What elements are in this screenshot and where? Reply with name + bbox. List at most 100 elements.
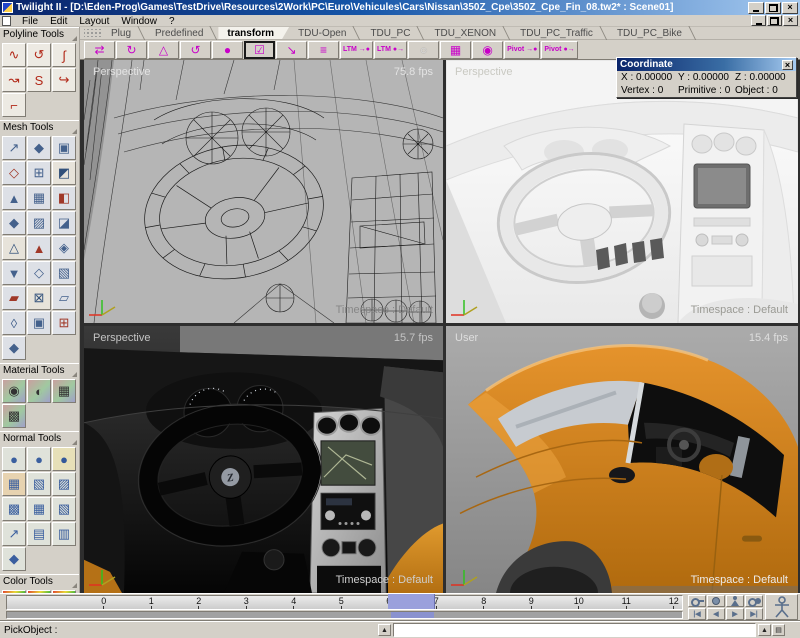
- mesh-tool-button[interactable]: ▲: [2, 186, 26, 210]
- normal-tool-button[interactable]: ▧: [52, 497, 76, 521]
- toolbar-drag-handle[interactable]: [84, 29, 102, 37]
- polyline-tool-button[interactable]: ⌐: [2, 93, 26, 117]
- restore-button[interactable]: [765, 2, 781, 14]
- normal-tool-button[interactable]: ●: [27, 447, 51, 471]
- toolbar-tab[interactable]: transform: [218, 27, 289, 39]
- actor-key-button[interactable]: [726, 595, 744, 607]
- frame-back-button[interactable]: ◀: [707, 608, 725, 620]
- mesh-tool-button[interactable]: ▼: [2, 261, 26, 285]
- normal-tool-button[interactable]: ▨: [52, 472, 76, 496]
- material-tool-button[interactable]: ▩: [2, 404, 26, 428]
- wheel-tool-icon[interactable]: ◉: [472, 41, 503, 59]
- toolbar-tab[interactable]: TDU_XENON: [425, 27, 511, 39]
- record-button[interactable]: [707, 595, 725, 607]
- timeline-track[interactable]: [6, 611, 683, 619]
- menu-item[interactable]: Layout: [73, 16, 115, 27]
- mesh-tool-button[interactable]: △: [2, 236, 26, 260]
- child-minimize-button[interactable]: [751, 15, 766, 26]
- mesh-tool-button[interactable]: ◪: [52, 211, 76, 235]
- status-spin-button[interactable]: ▲: [758, 624, 771, 636]
- normal-tool-button[interactable]: ▥: [52, 522, 76, 546]
- normal-tool-button[interactable]: ▦: [27, 497, 51, 521]
- normal-tool-button[interactable]: ◆: [2, 547, 26, 571]
- selection-toggle-icon[interactable]: ☑: [244, 41, 275, 59]
- frame-forward-button[interactable]: ▶|: [745, 608, 763, 620]
- mesh-tool-button[interactable]: ◆: [2, 336, 26, 360]
- mesh-tool-button[interactable]: ⊠: [27, 286, 51, 310]
- mesh-tool-button[interactable]: ◧: [52, 186, 76, 210]
- toolbar-tab[interactable]: Plug: [102, 27, 146, 39]
- pick-object-spin-button[interactable]: ▲: [378, 624, 391, 636]
- polyline-tool-button[interactable]: ↪: [52, 68, 76, 92]
- viewport-textured-perspective[interactable]: Z Perspective 15.7 fps Timespace : Defau…: [84, 326, 443, 593]
- polyline-tool-button[interactable]: ∿: [2, 43, 26, 67]
- scale-tool-icon[interactable]: △: [148, 41, 179, 59]
- menu-item[interactable]: Edit: [44, 16, 73, 27]
- timeline-ruler[interactable]: 0123456789101112: [6, 595, 683, 610]
- mesh-tool-button[interactable]: ▰: [2, 286, 26, 310]
- mesh-tool-button[interactable]: ◆: [2, 211, 26, 235]
- status-grid-button[interactable]: ▤: [772, 624, 785, 636]
- pivot-to-object-icon[interactable]: Pivot →●: [504, 41, 540, 59]
- mesh-tool-button[interactable]: ▦: [27, 186, 51, 210]
- link-objects-icon[interactable]: ↘: [276, 41, 307, 59]
- set-key-button[interactable]: [688, 595, 706, 607]
- section-header-material[interactable]: Material Tools: [0, 363, 79, 378]
- normal-tool-button[interactable]: ▩: [2, 497, 26, 521]
- toolbar-tab[interactable]: TDU_PC_Traffic: [511, 27, 608, 39]
- mesh-tool-button[interactable]: ◇: [27, 261, 51, 285]
- mesh-tool-button[interactable]: ▣: [27, 311, 51, 335]
- mesh-tool-button[interactable]: ▨: [27, 211, 51, 235]
- normal-tool-button[interactable]: ●: [52, 447, 76, 471]
- normal-tool-button[interactable]: ▦: [2, 472, 26, 496]
- normal-tool-button[interactable]: ▧: [27, 472, 51, 496]
- polyline-tool-button[interactable]: ↝: [2, 68, 26, 92]
- light-tool-icon[interactable]: ●: [212, 41, 243, 59]
- toolbar-tab[interactable]: TDU_PC: [361, 27, 425, 39]
- ltm-to-object-icon[interactable]: LTM →●: [340, 41, 373, 59]
- mesh-tool-button[interactable]: ◊: [2, 311, 26, 335]
- section-header-color[interactable]: Color Tools: [0, 574, 79, 589]
- menu-item[interactable]: Window: [115, 16, 163, 27]
- close-button[interactable]: ×: [782, 2, 798, 14]
- section-header-mesh[interactable]: Mesh Tools: [0, 120, 79, 135]
- translate-tool-icon[interactable]: ⇄: [84, 41, 115, 59]
- toolbar-tab[interactable]: TDU-Open: [289, 27, 361, 39]
- coordinate-panel-titlebar[interactable]: Coordinate ×: [617, 58, 796, 71]
- section-header-normal[interactable]: Normal Tools: [0, 431, 79, 446]
- object-to-ltm-icon[interactable]: LTM ●→: [374, 41, 407, 59]
- mesh-tool-button[interactable]: ▣: [52, 136, 76, 160]
- mesh-tool-button[interactable]: ⊞: [27, 161, 51, 185]
- mesh-tool-button[interactable]: ⊞: [52, 311, 76, 335]
- normal-tool-button[interactable]: ●: [2, 447, 26, 471]
- toolbar-tab[interactable]: TDU_PC_Bike: [608, 27, 697, 39]
- coordinate-panel-close-button[interactable]: ×: [782, 60, 793, 70]
- child-close-button[interactable]: ×: [783, 15, 798, 26]
- menu-item[interactable]: File: [16, 16, 44, 27]
- material-tool-button[interactable]: ◉: [2, 379, 26, 403]
- viewport-exterior-user[interactable]: User 15.4 fps Timespace : Default: [446, 326, 798, 593]
- reset-transform-icon[interactable]: ↺: [180, 41, 211, 59]
- polyline-tool-button[interactable]: ↺: [27, 43, 51, 67]
- viewport-wireframe-perspective[interactable]: Perspective 75.8 fps Timespace : Default: [84, 60, 443, 323]
- current-frame-cell[interactable]: [388, 594, 435, 609]
- box-tool-icon[interactable]: ▦: [440, 41, 471, 59]
- minimize-button[interactable]: [748, 2, 764, 14]
- pick-object-input[interactable]: [393, 623, 756, 637]
- material-tool-button[interactable]: ◐: [27, 379, 51, 403]
- character-mode-button[interactable]: [765, 594, 798, 620]
- sphere-tool-icon[interactable]: ○: [408, 41, 439, 59]
- child-restore-button[interactable]: [767, 15, 782, 26]
- play-button[interactable]: ▶: [726, 608, 744, 620]
- mesh-tool-button[interactable]: ◩: [52, 161, 76, 185]
- polyline-tool-button[interactable]: S: [27, 68, 51, 92]
- mesh-tool-button[interactable]: ▲: [27, 236, 51, 260]
- normal-tool-button[interactable]: ▤: [27, 522, 51, 546]
- go-to-start-button[interactable]: |◀: [688, 608, 706, 620]
- mesh-tool-button[interactable]: ↗: [2, 136, 26, 160]
- normal-tool-button[interactable]: ↗: [2, 522, 26, 546]
- material-tool-button[interactable]: ▦: [52, 379, 76, 403]
- toolbar-tab[interactable]: Predefined: [146, 27, 218, 39]
- object-list-icon[interactable]: ≡: [308, 41, 339, 59]
- menu-item[interactable]: ?: [163, 16, 181, 27]
